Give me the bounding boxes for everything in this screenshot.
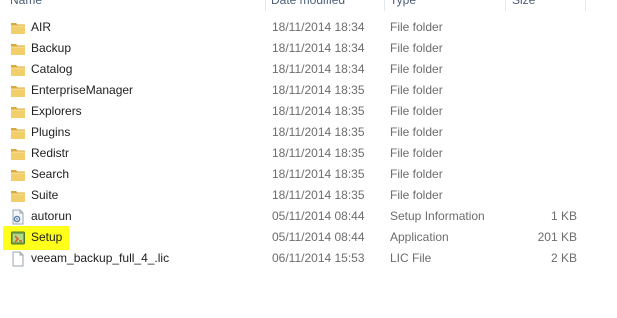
file-row[interactable]: Redistr 18/11/2014 18:35 File folder <box>0 143 590 164</box>
file-type: LIC File <box>390 251 432 265</box>
column-divider[interactable] <box>265 0 266 11</box>
column-header-type[interactable]: Type <box>390 0 505 11</box>
file-name: Suite <box>31 188 59 202</box>
file-row[interactable]: Plugins 18/11/2014 18:35 File folder <box>0 122 590 143</box>
column-header-bar: Name Date modified Type Size <box>0 0 590 11</box>
file-date: 18/11/2014 18:35 <box>272 125 365 139</box>
column-divider[interactable] <box>505 0 506 11</box>
settings-file-icon <box>10 209 26 225</box>
file-date: 18/11/2014 18:35 <box>272 188 365 202</box>
folder-icon <box>10 104 26 120</box>
column-header-name[interactable]: Name <box>10 0 260 11</box>
file-row[interactable]: Catalog 18/11/2014 18:34 File folder <box>0 59 590 80</box>
folder-icon <box>10 83 26 99</box>
file-name: Backup <box>31 41 72 55</box>
file-date: 18/11/2014 18:35 <box>272 146 365 160</box>
file-type: File folder <box>390 188 443 202</box>
file-size <box>505 80 577 101</box>
file-date: 18/11/2014 18:35 <box>272 104 365 118</box>
file-size <box>505 185 577 206</box>
file-name: AIR <box>31 20 52 34</box>
file-name: veeam_backup_full_4_.lic <box>31 251 170 265</box>
file-type: File folder <box>390 20 443 34</box>
installer-icon <box>10 230 26 246</box>
file-name: Explorers <box>31 104 82 118</box>
file-size <box>505 59 577 80</box>
file-type: File folder <box>390 104 443 118</box>
file-size <box>505 17 577 38</box>
folder-icon <box>10 125 26 141</box>
file-size <box>505 38 577 59</box>
file-row[interactable]: Search 18/11/2014 18:35 File folder <box>0 164 590 185</box>
folder-icon <box>10 62 26 78</box>
file-date: 06/11/2014 15:53 <box>272 251 365 265</box>
file-explorer: Name Date modified Type Size AIR 18/11/2… <box>0 0 617 318</box>
file-date: 18/11/2014 18:35 <box>272 167 365 181</box>
file-name: Search <box>31 167 70 181</box>
file-name: Redistr <box>31 146 70 160</box>
file-date: 18/11/2014 18:34 <box>272 62 365 76</box>
file-type: Setup Information <box>390 209 485 223</box>
file-size: 201 KB <box>537 230 577 244</box>
file-type: File folder <box>390 83 443 97</box>
file-size <box>505 164 577 185</box>
column-header-date[interactable]: Date modified <box>271 0 381 11</box>
file-row[interactable]: Setup 05/11/2014 08:44 Application 201 K… <box>0 227 590 248</box>
file-date: 18/11/2014 18:34 <box>272 20 365 34</box>
file-size <box>505 101 577 122</box>
file-size <box>505 143 577 164</box>
document-icon <box>10 251 26 267</box>
folder-icon <box>10 167 26 183</box>
file-row[interactable]: Backup 18/11/2014 18:34 File folder <box>0 38 590 59</box>
file-name: autorun <box>31 209 72 223</box>
file-name: Setup <box>31 230 63 244</box>
file-row[interactable]: veeam_backup_full_4_.lic 06/11/2014 15:5… <box>0 248 590 269</box>
folder-icon <box>10 41 26 57</box>
file-date: 05/11/2014 08:44 <box>272 230 365 244</box>
folder-icon <box>10 20 26 36</box>
column-divider[interactable] <box>384 0 385 11</box>
file-size <box>505 122 577 143</box>
file-type: File folder <box>390 146 443 160</box>
file-size: 1 KB <box>550 209 577 223</box>
file-date: 18/11/2014 18:34 <box>272 41 365 55</box>
file-type: File folder <box>390 167 443 181</box>
folder-icon <box>10 146 26 162</box>
column-divider[interactable] <box>585 0 586 11</box>
file-date: 18/11/2014 18:35 <box>272 83 365 97</box>
file-type: File folder <box>390 62 443 76</box>
file-type: File folder <box>390 41 443 55</box>
file-name: EnterpriseManager <box>31 83 134 97</box>
file-row[interactable]: AIR 18/11/2014 18:34 File folder <box>0 17 590 38</box>
folder-icon <box>10 188 26 204</box>
file-type: Application <box>390 230 449 244</box>
file-size: 2 KB <box>550 251 577 265</box>
file-type: File folder <box>390 125 443 139</box>
file-row[interactable]: autorun 05/11/2014 08:44 Setup Informati… <box>0 206 590 227</box>
column-header-size[interactable]: Size <box>512 0 582 11</box>
file-date: 05/11/2014 08:44 <box>272 209 365 223</box>
file-row[interactable]: Explorers 18/11/2014 18:35 File folder <box>0 101 590 122</box>
file-row[interactable]: Suite 18/11/2014 18:35 File folder <box>0 185 590 206</box>
file-name: Catalog <box>31 62 73 76</box>
file-name: Plugins <box>31 125 71 139</box>
file-row[interactable]: EnterpriseManager 18/11/2014 18:35 File … <box>0 80 590 101</box>
